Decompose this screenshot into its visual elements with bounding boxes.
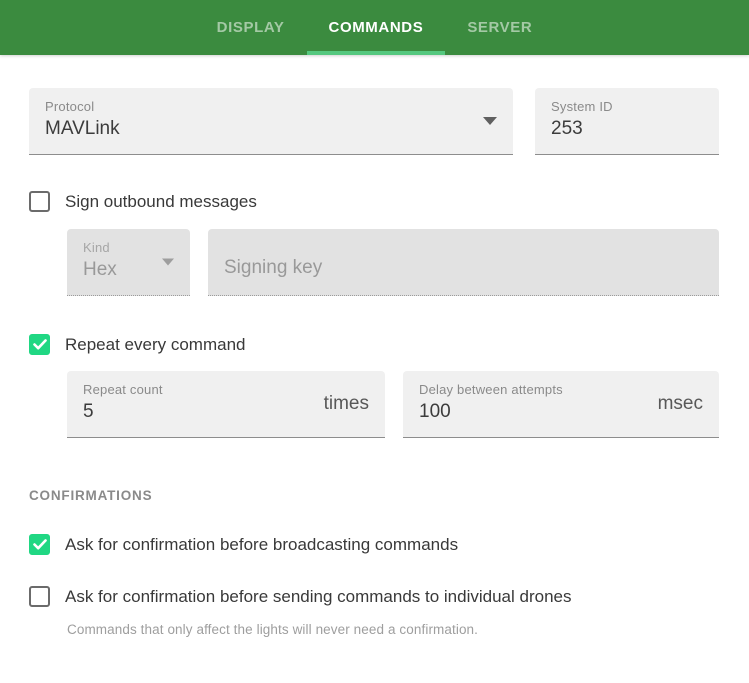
repeat-count-input[interactable] [83,401,312,423]
sign-outbound-checkbox-row[interactable]: Sign outbound messages [29,191,719,212]
tab-commands[interactable]: COMMANDS [306,0,446,55]
delay-field[interactable]: Delay between attempts msec [403,371,719,438]
confirm-broadcast-checkbox[interactable] [29,534,50,555]
active-tab-indicator [306,51,446,55]
signing-kind-select: Kind Hex [67,229,190,296]
repeat-command-checkbox[interactable] [29,334,50,355]
confirm-broadcast-label: Ask for confirmation before broadcasting… [65,534,459,554]
repeat-count-unit: times [323,393,369,414]
dropdown-arrow-icon [483,117,497,125]
repeat-command-label: Repeat every command [65,334,246,354]
tab-display-label: DISPLAY [216,19,285,36]
system-id-label: System ID [551,99,613,114]
confirmations-helper-text: Commands that only affect the lights wil… [67,622,479,637]
checkmark-icon [32,539,47,550]
checkmark-icon [32,339,47,350]
sign-outbound-checkbox[interactable] [29,191,50,212]
delay-unit: msec [657,393,703,414]
delay-input[interactable] [419,401,647,423]
commands-settings-panel: Protocol MAVLink System ID Sign outbound… [0,55,749,637]
system-id-input[interactable] [551,118,673,140]
tab-server-label: SERVER [467,19,533,36]
confirm-individual-label: Ask for confirmation before sending comm… [65,586,572,606]
sign-outbound-label: Sign outbound messages [65,191,257,211]
confirm-broadcast-checkbox-row[interactable]: Ask for confirmation before broadcasting… [29,534,719,555]
protocol-select[interactable]: Protocol MAVLink [29,88,513,155]
signing-key-field [208,229,719,296]
dropdown-arrow-icon [162,258,174,266]
signing-kind-label: Kind [83,240,110,255]
tab-server[interactable]: SERVER [445,0,554,55]
confirm-individual-checkbox-row[interactable]: Ask for confirmation before sending comm… [29,586,719,607]
repeat-command-checkbox-row[interactable]: Repeat every command [29,334,719,355]
signing-key-input [224,256,703,279]
tab-commands-label: COMMANDS [328,19,424,36]
tab-display[interactable]: DISPLAY [195,0,307,55]
confirm-individual-checkbox[interactable] [29,586,50,607]
confirmations-section-title: CONFIRMATIONS [29,488,153,503]
protocol-value: MAVLink [45,118,120,139]
protocol-label: Protocol [45,99,95,114]
repeat-count-field[interactable]: Repeat count times [67,371,385,438]
settings-tab-bar: DISPLAY COMMANDS SERVER [0,0,749,55]
system-id-field[interactable]: System ID [535,88,719,155]
signing-kind-value: Hex [83,259,117,280]
